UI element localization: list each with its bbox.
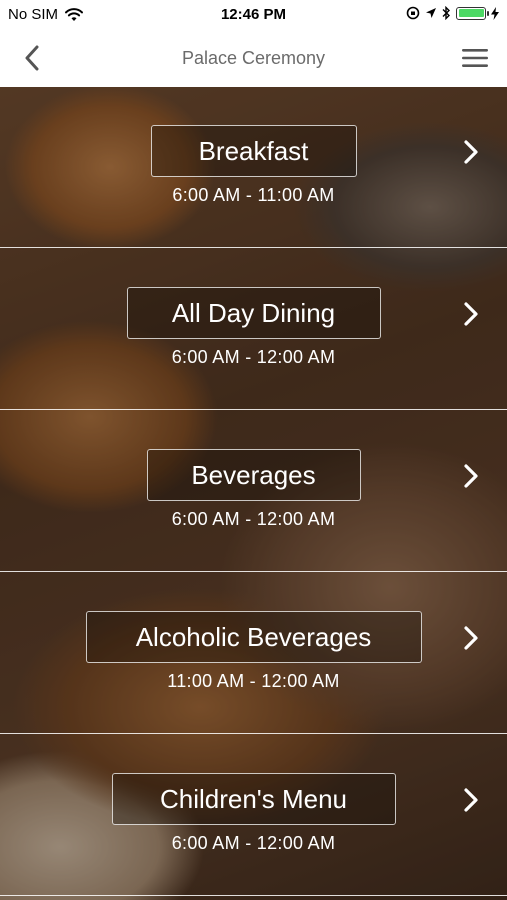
charging-bolt-icon — [491, 6, 499, 20]
menu-row-label: Breakfast — [150, 125, 357, 177]
menu-row-alcoholic-beverages[interactable]: Alcoholic Beverages 11:00 AM - 12:00 AM — [0, 573, 507, 734]
chevron-right-icon — [459, 785, 483, 815]
menu-row-hours: 6:00 AM - 12:00 AM — [171, 347, 336, 367]
menu-row-label: Alcoholic Beverages — [85, 611, 422, 663]
menu-row-all-day-dining[interactable]: All Day Dining 6:00 AM - 12:00 AM — [0, 249, 507, 410]
hamburger-icon — [462, 49, 488, 67]
orientation-lock-icon — [406, 6, 420, 20]
menu-row-hours: 6:00 AM - 12:00 AM — [171, 509, 336, 529]
navigation-bar: Palace Ceremony — [0, 30, 507, 87]
battery-fill — [458, 9, 484, 17]
menu-row-hours: 6:00 AM - 12:00 AM — [171, 833, 336, 853]
status-bar: No SIM 12:46 PM — [0, 0, 507, 30]
location-icon — [426, 8, 436, 18]
menu-button[interactable] — [457, 40, 493, 76]
battery-tip — [487, 10, 489, 16]
chevron-right-icon — [459, 137, 483, 167]
menu-row-beverages[interactable]: Beverages 6:00 AM - 12:00 AM — [0, 411, 507, 572]
page-title: Palace Ceremony — [181, 48, 326, 68]
battery-icon — [456, 6, 489, 20]
menu-row-childrens-menu[interactable]: Children's Menu 6:00 AM - 12:00 AM — [0, 735, 507, 896]
status-right — [406, 6, 499, 20]
menu-list: Breakfast 6:00 AM - 11:00 AM All Day Din… — [0, 87, 507, 900]
menu-row-hours: 11:00 AM - 12:00 AM — [167, 671, 340, 691]
menu-row-label: Beverages — [146, 449, 361, 501]
menu-row-label: All Day Dining — [126, 287, 381, 339]
menu-row-hours: 6:00 AM - 11:00 AM — [172, 185, 335, 205]
bluetooth-icon — [442, 6, 450, 20]
chevron-right-icon — [459, 623, 483, 653]
menu-row-label: Children's Menu — [111, 773, 396, 825]
chevron-right-icon — [459, 461, 483, 491]
menu-row-breakfast[interactable]: Breakfast 6:00 AM - 11:00 AM — [0, 87, 507, 248]
chevron-right-icon — [459, 299, 483, 329]
